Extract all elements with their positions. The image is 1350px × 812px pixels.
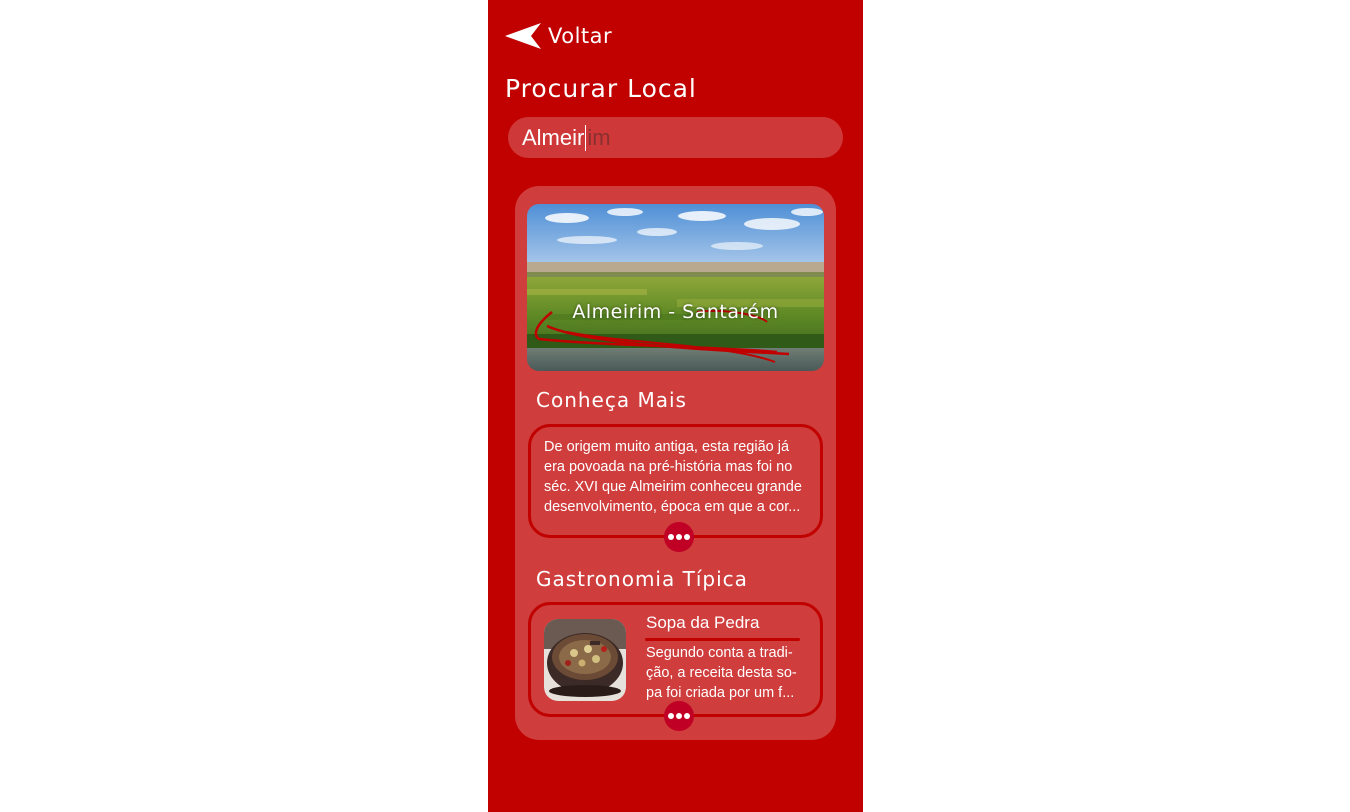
dish-description: Segundo conta a tradi-ção, a receita des… xyxy=(646,645,797,701)
dish-image xyxy=(544,619,626,701)
dish-name-underline xyxy=(645,638,800,641)
ellipsis-icon xyxy=(668,713,674,719)
about-more-button[interactable] xyxy=(664,522,694,552)
about-heading: Conheça Mais xyxy=(536,388,687,412)
place-title: Almeirim - Santarém xyxy=(572,301,779,323)
back-button[interactable]: Voltar xyxy=(505,22,612,50)
ellipsis-icon xyxy=(668,534,674,540)
ellipsis-icon xyxy=(676,534,682,540)
ellipsis-icon xyxy=(684,534,690,540)
ellipsis-icon xyxy=(676,713,682,719)
dish-name: Sopa da Pedra xyxy=(646,613,760,632)
app-screen: Voltar Procurar Local Almeir im Almeirim… xyxy=(488,0,863,812)
search-typed-text: Almeir xyxy=(522,124,585,150)
about-box: De origem muito antiga, esta região já e… xyxy=(528,424,823,538)
ellipsis-icon xyxy=(684,713,690,719)
text-caret xyxy=(585,124,587,151)
place-hero-image: Almeirim - Santarém xyxy=(527,204,824,371)
search-input[interactable]: Almeir im xyxy=(508,117,843,158)
dish-box: Sopa da Pedra Segundo conta a tradi-ção,… xyxy=(528,602,823,717)
place-card: Almeirim - Santarém Conheça Mais De orig… xyxy=(515,186,836,740)
back-label: Voltar xyxy=(548,24,613,48)
dish-more-button[interactable] xyxy=(664,701,694,731)
search-suggestion-text: im xyxy=(587,124,611,150)
back-arrow-icon xyxy=(505,23,541,49)
about-text: De origem muito antiga, esta região já e… xyxy=(544,439,802,515)
gastronomy-heading: Gastronomia Típica xyxy=(536,567,748,591)
page-title: Procurar Local xyxy=(505,74,697,103)
